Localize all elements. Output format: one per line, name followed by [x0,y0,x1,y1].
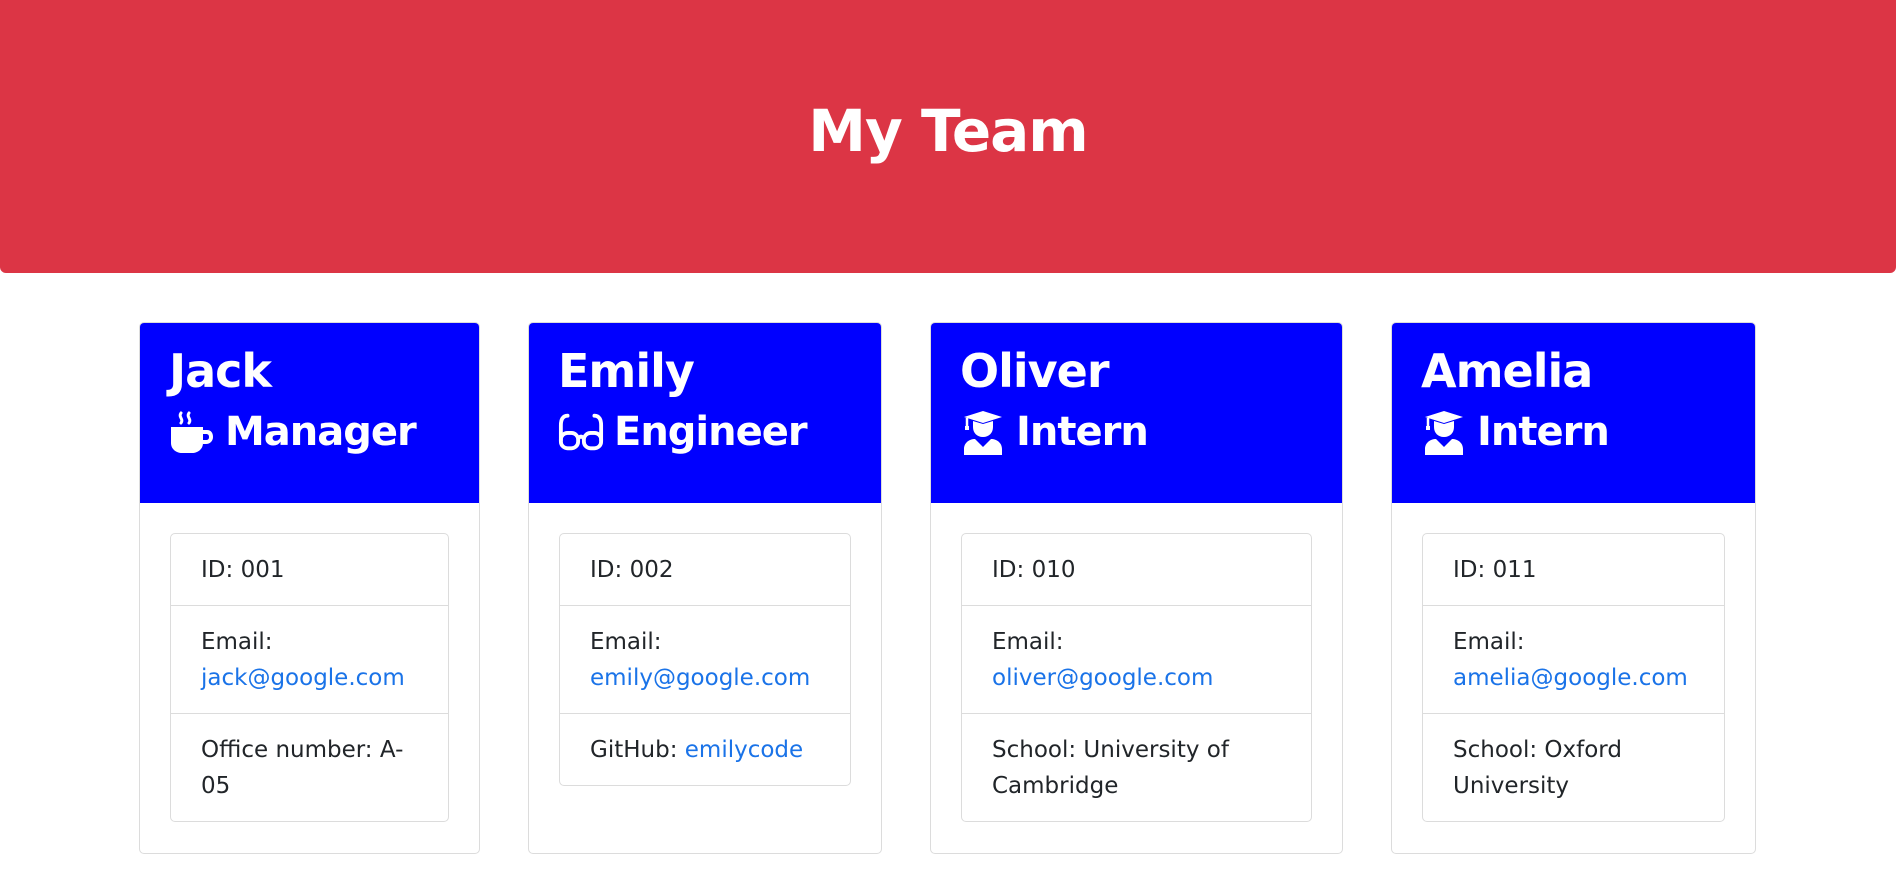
office-number-label: Office number: [201,737,373,763]
employee-role-label: Manager [225,408,417,455]
employee-role: Intern [1421,405,1755,459]
id-label: ID: [201,557,234,583]
glasses-icon [558,409,604,455]
employee-name: Jack [169,344,272,398]
card-header: Oliver Intern [931,323,1342,503]
employee-role-label: Engineer [614,408,808,455]
id-value: 002 [629,557,674,583]
employee-name: Oliver [960,344,1110,398]
detail-github: GitHub: emilycode [560,713,850,785]
detail-email: Email: emily@google.com [560,605,850,713]
employee-details: ID: 011 Email: amelia@google.com School:… [1422,533,1725,822]
detail-school: School: Oxford University [1423,713,1724,821]
employee-name: Amelia [1421,344,1593,398]
email-label: Email: [590,629,662,655]
id-label: ID: [1453,557,1486,583]
email-label: Email: [1453,629,1525,655]
employee-role: Intern [960,405,1342,459]
graduate-icon [960,409,1006,455]
employee-role: Engineer [558,405,881,459]
card-header: Amelia Intern [1392,323,1755,503]
employee-details: ID: 002 Email: emily@google.com GitHub: … [559,533,851,786]
employee-card-intern: Oliver Intern ID: 010 Email: oliver@goog… [930,322,1343,854]
graduate-icon [1421,409,1467,455]
email-link[interactable]: oliver@google.com [992,665,1213,691]
employee-role-label: Intern [1477,408,1610,455]
detail-email: Email: jack@google.com [171,605,448,713]
employee-role-label: Intern [1016,408,1149,455]
detail-email: Email: oliver@google.com [962,605,1311,713]
id-value: 011 [1492,557,1537,583]
email-label: Email: [992,629,1064,655]
detail-id: ID: 002 [560,534,850,605]
id-label: ID: [992,557,1025,583]
email-label: Email: [201,629,273,655]
page-title: My Team [808,96,1088,165]
employee-details: ID: 010 Email: oliver@google.com School:… [961,533,1312,822]
detail-school: School: University of Cambridge [962,713,1311,821]
detail-id: ID: 010 [962,534,1311,605]
employee-name: Emily [558,344,695,398]
id-value: 010 [1031,557,1076,583]
detail-id: ID: 001 [171,534,448,605]
employee-role: Manager [169,405,479,459]
school-label: School: [1453,737,1538,763]
github-link[interactable]: emilycode [685,737,803,763]
detail-id: ID: 011 [1423,534,1724,605]
card-header: Emily Engineer [529,323,881,503]
email-link[interactable]: jack@google.com [201,665,405,691]
detail-office-number: Office number: A-05 [171,713,448,821]
github-label: GitHub: [590,737,678,763]
school-label: School: [992,737,1077,763]
detail-email: Email: amelia@google.com [1423,605,1724,713]
email-link[interactable]: emily@google.com [590,665,810,691]
id-label: ID: [590,557,623,583]
employee-card-engineer: Emily Engineer ID: 002 Email: emily@goog… [528,322,882,854]
card-header: Jack Manager [140,323,479,503]
email-link[interactable]: amelia@google.com [1453,665,1688,691]
page-header: My Team [0,0,1896,273]
employee-details: ID: 001 Email: jack@google.com Office nu… [170,533,449,822]
employee-card-intern: Amelia Intern ID: 011 Email: amelia@goog… [1391,322,1756,854]
id-value: 001 [240,557,285,583]
employee-card-manager: Jack Manager ID: 001 Email: jack@google.… [139,322,480,854]
coffee-mug-icon [169,409,215,455]
